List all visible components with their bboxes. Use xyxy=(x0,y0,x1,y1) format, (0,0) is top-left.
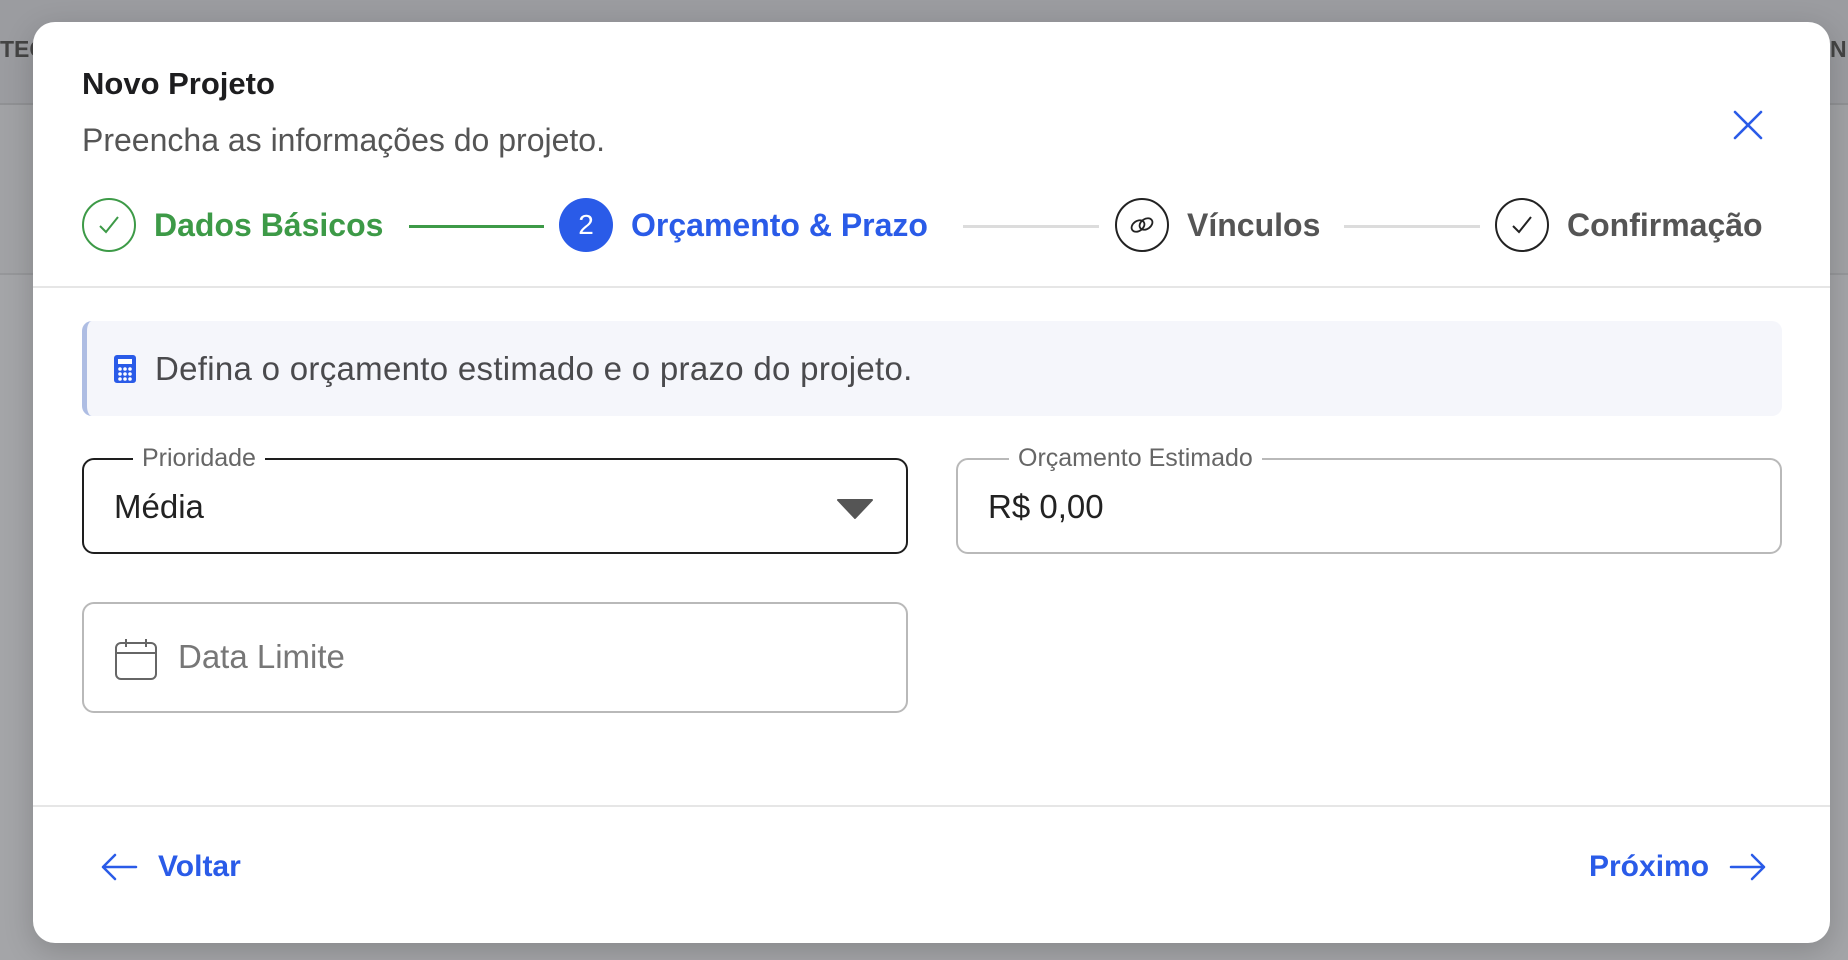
deadline-date-input[interactable]: Data Limite xyxy=(82,602,908,713)
check-icon xyxy=(82,198,136,252)
calculator-icon xyxy=(114,354,136,383)
budget-input[interactable]: Orçamento Estimado R$ 0,00 xyxy=(956,444,1782,554)
new-project-dialog: Novo Projeto Preencha as informações do … xyxy=(33,22,1830,943)
step-dados-basicos[interactable]: Dados Básicos xyxy=(82,197,383,253)
priority-value: Média xyxy=(114,488,204,525)
step-connector xyxy=(963,225,1099,228)
header-divider xyxy=(33,286,1830,288)
arrow-left-icon xyxy=(101,853,138,881)
back-button-label: Voltar xyxy=(158,850,241,883)
step-label: Dados Básicos xyxy=(154,206,384,243)
back-button[interactable]: Voltar xyxy=(100,850,241,884)
priority-select[interactable]: Prioridade Média xyxy=(82,444,908,554)
dialog-subtitle: Preencha as informações do projeto. xyxy=(82,122,605,158)
step-connector xyxy=(409,225,544,228)
dialog-title: Novo Projeto xyxy=(82,66,275,101)
background-text-right: N xyxy=(1830,36,1847,62)
info-alert-text: Defina o orçamento estimado e o prazo do… xyxy=(155,349,913,387)
step-number-badge: 2 xyxy=(559,198,613,252)
check-icon xyxy=(1495,198,1549,252)
calendar-icon xyxy=(115,639,157,680)
step-orcamento-prazo[interactable]: 2 Orçamento & Prazo xyxy=(559,197,928,253)
deadline-placeholder: Data Limite xyxy=(178,638,345,675)
priority-label: Prioridade xyxy=(133,444,265,473)
arrow-right-icon xyxy=(1729,853,1766,881)
budget-label: Orçamento Estimado xyxy=(1009,444,1262,473)
step-label: Vínculos xyxy=(1187,206,1321,243)
link-icon xyxy=(1115,198,1169,252)
step-connector xyxy=(1344,225,1480,228)
next-button[interactable]: Próximo xyxy=(1589,850,1767,884)
info-alert: Defina o orçamento estimado e o prazo do… xyxy=(82,321,1782,416)
dropdown-arrow-icon xyxy=(837,499,873,519)
footer-divider xyxy=(33,805,1830,807)
budget-value: R$ 0,00 xyxy=(988,488,1104,525)
close-icon xyxy=(1733,110,1763,140)
step-vinculos[interactable]: Vínculos xyxy=(1115,197,1320,253)
step-label: Confirmação xyxy=(1567,206,1763,243)
step-label: Orçamento & Prazo xyxy=(631,206,928,243)
next-button-label: Próximo xyxy=(1589,850,1710,883)
close-button[interactable] xyxy=(1721,98,1775,152)
step-confirmacao[interactable]: Confirmação xyxy=(1495,197,1763,253)
